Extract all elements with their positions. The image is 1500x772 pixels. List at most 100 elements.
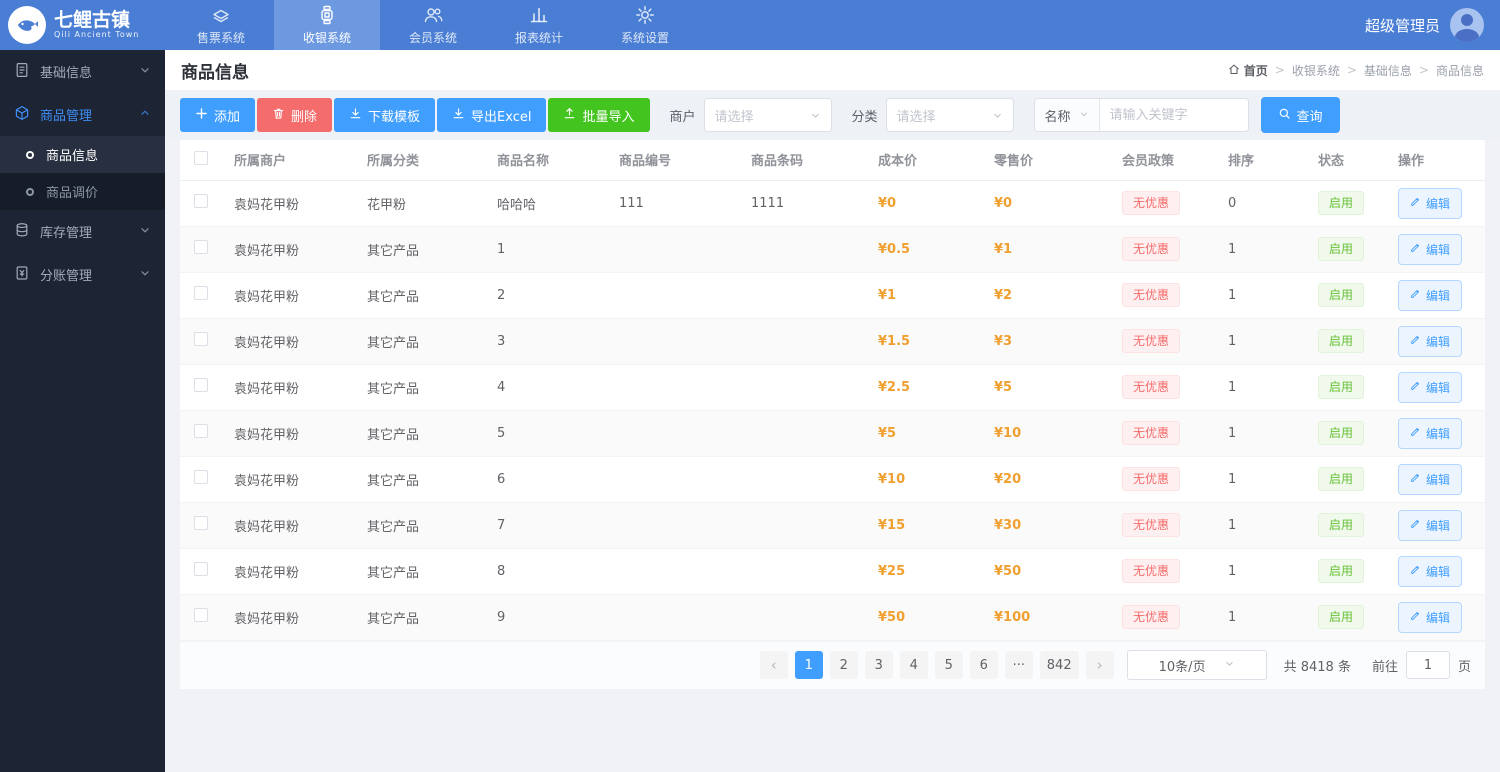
- page-button[interactable]: 3: [864, 651, 893, 679]
- cell-merchant: 袁妈花甲粉: [224, 364, 357, 411]
- goto-label: 前往: [1371, 659, 1398, 675]
- download-template-button[interactable]: 下载模板: [334, 98, 436, 132]
- bullet-circle-icon: [26, 150, 34, 159]
- cell-sort: 1: [1218, 456, 1308, 503]
- add-button[interactable]: 添加: [180, 98, 256, 132]
- cell-goods-code: [609, 318, 741, 365]
- chevron-down-icon: [1079, 108, 1089, 123]
- sidebar-subitem-goods-info[interactable]: 商品信息: [0, 136, 165, 173]
- pencil-icon: [1410, 288, 1421, 302]
- keyword-input[interactable]: [1099, 99, 1248, 131]
- row-checkbox[interactable]: [194, 378, 208, 392]
- goto-page-input[interactable]: [1405, 651, 1450, 679]
- user-avatar[interactable]: [1450, 8, 1484, 42]
- edit-button[interactable]: 编辑: [1398, 555, 1463, 587]
- cube-icon: [14, 105, 30, 125]
- cell-goods-code: [609, 456, 741, 503]
- pager-ellipsis[interactable]: ···: [1004, 651, 1033, 679]
- cell-merchant: 袁妈花甲粉: [224, 456, 357, 503]
- edit-button[interactable]: 编辑: [1398, 187, 1463, 219]
- row-checkbox[interactable]: [194, 562, 208, 576]
- tab-system-settings[interactable]: 系统设置: [592, 0, 698, 50]
- batch-import-button[interactable]: 批量导入: [548, 98, 650, 132]
- export-excel-button[interactable]: 导出Excel: [437, 98, 547, 132]
- table-row: 袁妈花甲粉 其它产品 2 ¥1 ¥2 无优惠 1 启用 编辑: [180, 272, 1485, 319]
- sidebar-item-basic-info[interactable]: 基础信息: [0, 50, 165, 93]
- page-size-select[interactable]: 10条/页: [1126, 650, 1267, 680]
- tab-ticket-system[interactable]: 售票系统: [168, 0, 274, 50]
- page-button[interactable]: 5: [934, 651, 963, 679]
- prev-page-button[interactable]: ‹: [759, 651, 788, 679]
- breadcrumb-basic-info[interactable]: 基础信息: [1364, 62, 1412, 79]
- chevron-down-icon: [1224, 658, 1235, 673]
- cell-cost-price: ¥25: [868, 548, 984, 595]
- tab-member-system[interactable]: 会员系统: [380, 0, 486, 50]
- edit-button[interactable]: 编辑: [1398, 509, 1463, 541]
- member-policy-badge: 无优惠: [1122, 190, 1181, 216]
- cell-retail-price: ¥0: [984, 180, 1112, 227]
- column-header: 会员政策: [1112, 140, 1218, 181]
- row-checkbox[interactable]: [194, 240, 208, 254]
- toolbar: 添加 删除 下载模板 导出Excel 批量导入 商户 请选择 分类 请选择 名称…: [165, 90, 1500, 140]
- row-checkbox[interactable]: [194, 608, 208, 622]
- edit-button[interactable]: 编辑: [1398, 279, 1463, 311]
- search-button[interactable]: 查询: [1260, 97, 1340, 133]
- page-button[interactable]: 2: [829, 651, 858, 679]
- brand-subtitle: Qili Ancient Town: [54, 30, 140, 40]
- cell-cost-price: ¥10: [868, 456, 984, 503]
- member-policy-badge: 无优惠: [1122, 604, 1181, 630]
- sidebar-item-goods-management[interactable]: 商品管理: [0, 93, 165, 136]
- sidebar-item-ledger-management[interactable]: 分账管理: [0, 253, 165, 296]
- cell-goods-code: 111: [609, 180, 741, 227]
- merchant-select[interactable]: 请选择: [703, 98, 832, 132]
- member-policy-badge: 无优惠: [1122, 236, 1181, 262]
- page-button[interactable]: 6: [969, 651, 998, 679]
- row-checkbox[interactable]: [194, 286, 208, 300]
- breadcrumb-home[interactable]: 首页: [1228, 62, 1268, 79]
- merchant-filter-label: 商户: [669, 109, 696, 125]
- row-checkbox[interactable]: [194, 332, 208, 346]
- cell-merchant: 袁妈花甲粉: [224, 272, 357, 319]
- cell-retail-price: ¥20: [984, 456, 1112, 503]
- row-checkbox[interactable]: [194, 470, 208, 484]
- goto-suffix: 页: [1457, 659, 1471, 675]
- category-select[interactable]: 请选择: [885, 98, 1014, 132]
- cell-barcode: [741, 456, 868, 503]
- tab-report-statistics[interactable]: 报表统计: [486, 0, 592, 50]
- cell-sort: 1: [1218, 318, 1308, 365]
- select-all-checkbox[interactable]: [194, 150, 208, 165]
- page-button[interactable]: 1: [794, 651, 823, 679]
- edit-button[interactable]: 编辑: [1398, 417, 1463, 449]
- status-badge: 启用: [1318, 420, 1365, 446]
- row-checkbox[interactable]: [194, 424, 208, 438]
- member-icon: [423, 5, 443, 25]
- member-policy-badge: 无优惠: [1122, 282, 1181, 308]
- pagination: ‹ 123456 ··· 842 › 10条/页 共 8418 条 前往 页: [180, 640, 1485, 689]
- status-badge: 启用: [1318, 328, 1365, 354]
- cell-sort: 1: [1218, 226, 1308, 273]
- last-page-button[interactable]: 842: [1039, 651, 1079, 679]
- column-header: 状态: [1308, 140, 1388, 181]
- edit-button[interactable]: 编辑: [1398, 601, 1463, 633]
- edit-button[interactable]: 编辑: [1398, 371, 1463, 403]
- ticket-icon: [211, 5, 231, 25]
- keyword-search-group: 名称: [1033, 98, 1249, 132]
- next-page-button[interactable]: ›: [1085, 651, 1114, 679]
- sidebar-item-inventory-management[interactable]: 库存管理: [0, 210, 165, 253]
- tab-cashier-system[interactable]: 收银系统: [274, 0, 380, 50]
- pager-pages: 123456: [794, 651, 998, 679]
- search-field-select[interactable]: 名称: [1034, 99, 1100, 131]
- edit-button[interactable]: 编辑: [1398, 325, 1463, 357]
- column-header: 排序: [1218, 140, 1308, 181]
- sidebar-subitem-goods-price-adjust[interactable]: 商品调价: [0, 173, 165, 210]
- edit-button[interactable]: 编辑: [1398, 463, 1463, 495]
- top-nav: 售票系统 收银系统 会员系统 报表统计 系统设置: [168, 0, 698, 50]
- page-button[interactable]: 4: [899, 651, 928, 679]
- row-checkbox[interactable]: [194, 194, 208, 208]
- column-header: 商品条码: [741, 140, 868, 181]
- breadcrumb-cashier-system[interactable]: 收银系统: [1292, 62, 1340, 79]
- edit-button[interactable]: 编辑: [1398, 233, 1463, 265]
- row-checkbox[interactable]: [194, 516, 208, 530]
- delete-button[interactable]: 删除: [257, 98, 333, 132]
- cell-goods-name: 哈哈哈: [487, 180, 609, 227]
